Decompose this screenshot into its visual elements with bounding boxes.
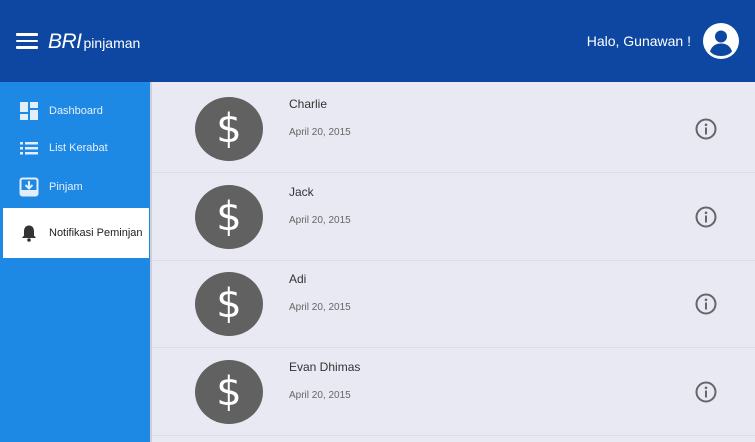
- sidebar-item-label: Pinjam: [49, 181, 83, 193]
- account-circle-icon[interactable]: [703, 23, 739, 59]
- sidebar-item-list-kerabat[interactable]: List Kerabat: [0, 128, 150, 168]
- borrower-name: Evan Dhimas: [289, 360, 361, 374]
- sidebar-item-label: Notifikasi Peminjan: [49, 227, 143, 239]
- dollar-icon: $: [195, 360, 263, 424]
- notification-date: April 20, 2015: [289, 302, 351, 313]
- download-icon: [19, 177, 39, 197]
- sidebar-item-pinjam[interactable]: Pinjam: [0, 167, 150, 207]
- borrower-name: Adi: [289, 272, 307, 286]
- list-item[interactable]: $ Adi April 20, 2015: [152, 260, 755, 348]
- list-item[interactable]: $ Evan Dhimas April 20, 2015: [152, 348, 755, 436]
- bell-icon: [19, 223, 39, 243]
- list-icon: [19, 138, 39, 158]
- list-item[interactable]: $ Jack April 20, 2015: [152, 173, 755, 261]
- top-app-bar: BRI pinjaman Halo, Gunawan !: [0, 0, 755, 82]
- menu-icon[interactable]: [16, 33, 38, 49]
- sidebar-item-dashboard[interactable]: Dashboard: [0, 91, 150, 131]
- brand-suffix: pinjaman: [83, 35, 141, 51]
- dollar-icon: $: [195, 272, 263, 336]
- sidebar-item-label: List Kerabat: [49, 142, 108, 154]
- info-icon[interactable]: [695, 206, 717, 228]
- info-icon[interactable]: [695, 118, 717, 140]
- dashboard-icon: [19, 101, 39, 121]
- sidebar-item-notifikasi-peminjan[interactable]: Notifikasi Peminjan: [3, 208, 149, 258]
- sidebar-item-label: Dashboard: [49, 105, 103, 117]
- info-icon[interactable]: [695, 293, 717, 315]
- dollar-icon: $: [195, 185, 263, 249]
- user-greeting: Halo, Gunawan !: [586, 33, 691, 49]
- borrower-name: Charlie: [289, 97, 328, 111]
- sidebar: Dashboard List Kerabat Pinjam Notifikasi…: [0, 82, 152, 442]
- notification-date: April 20, 2015: [289, 215, 351, 226]
- brand-logo[interactable]: BRI pinjaman: [48, 30, 140, 54]
- dollar-icon: $: [195, 97, 263, 161]
- list-item[interactable]: $ Charlie April 20, 2015: [152, 85, 755, 173]
- brand-name: BRI: [48, 30, 82, 53]
- notification-date: April 20, 2015: [289, 390, 351, 401]
- borrower-name: Jack: [289, 185, 314, 199]
- notification-date: April 20, 2015: [289, 127, 351, 138]
- info-icon[interactable]: [695, 381, 717, 403]
- notification-list: $ Charlie April 20, 2015 $ Jack April 20…: [152, 85, 755, 442]
